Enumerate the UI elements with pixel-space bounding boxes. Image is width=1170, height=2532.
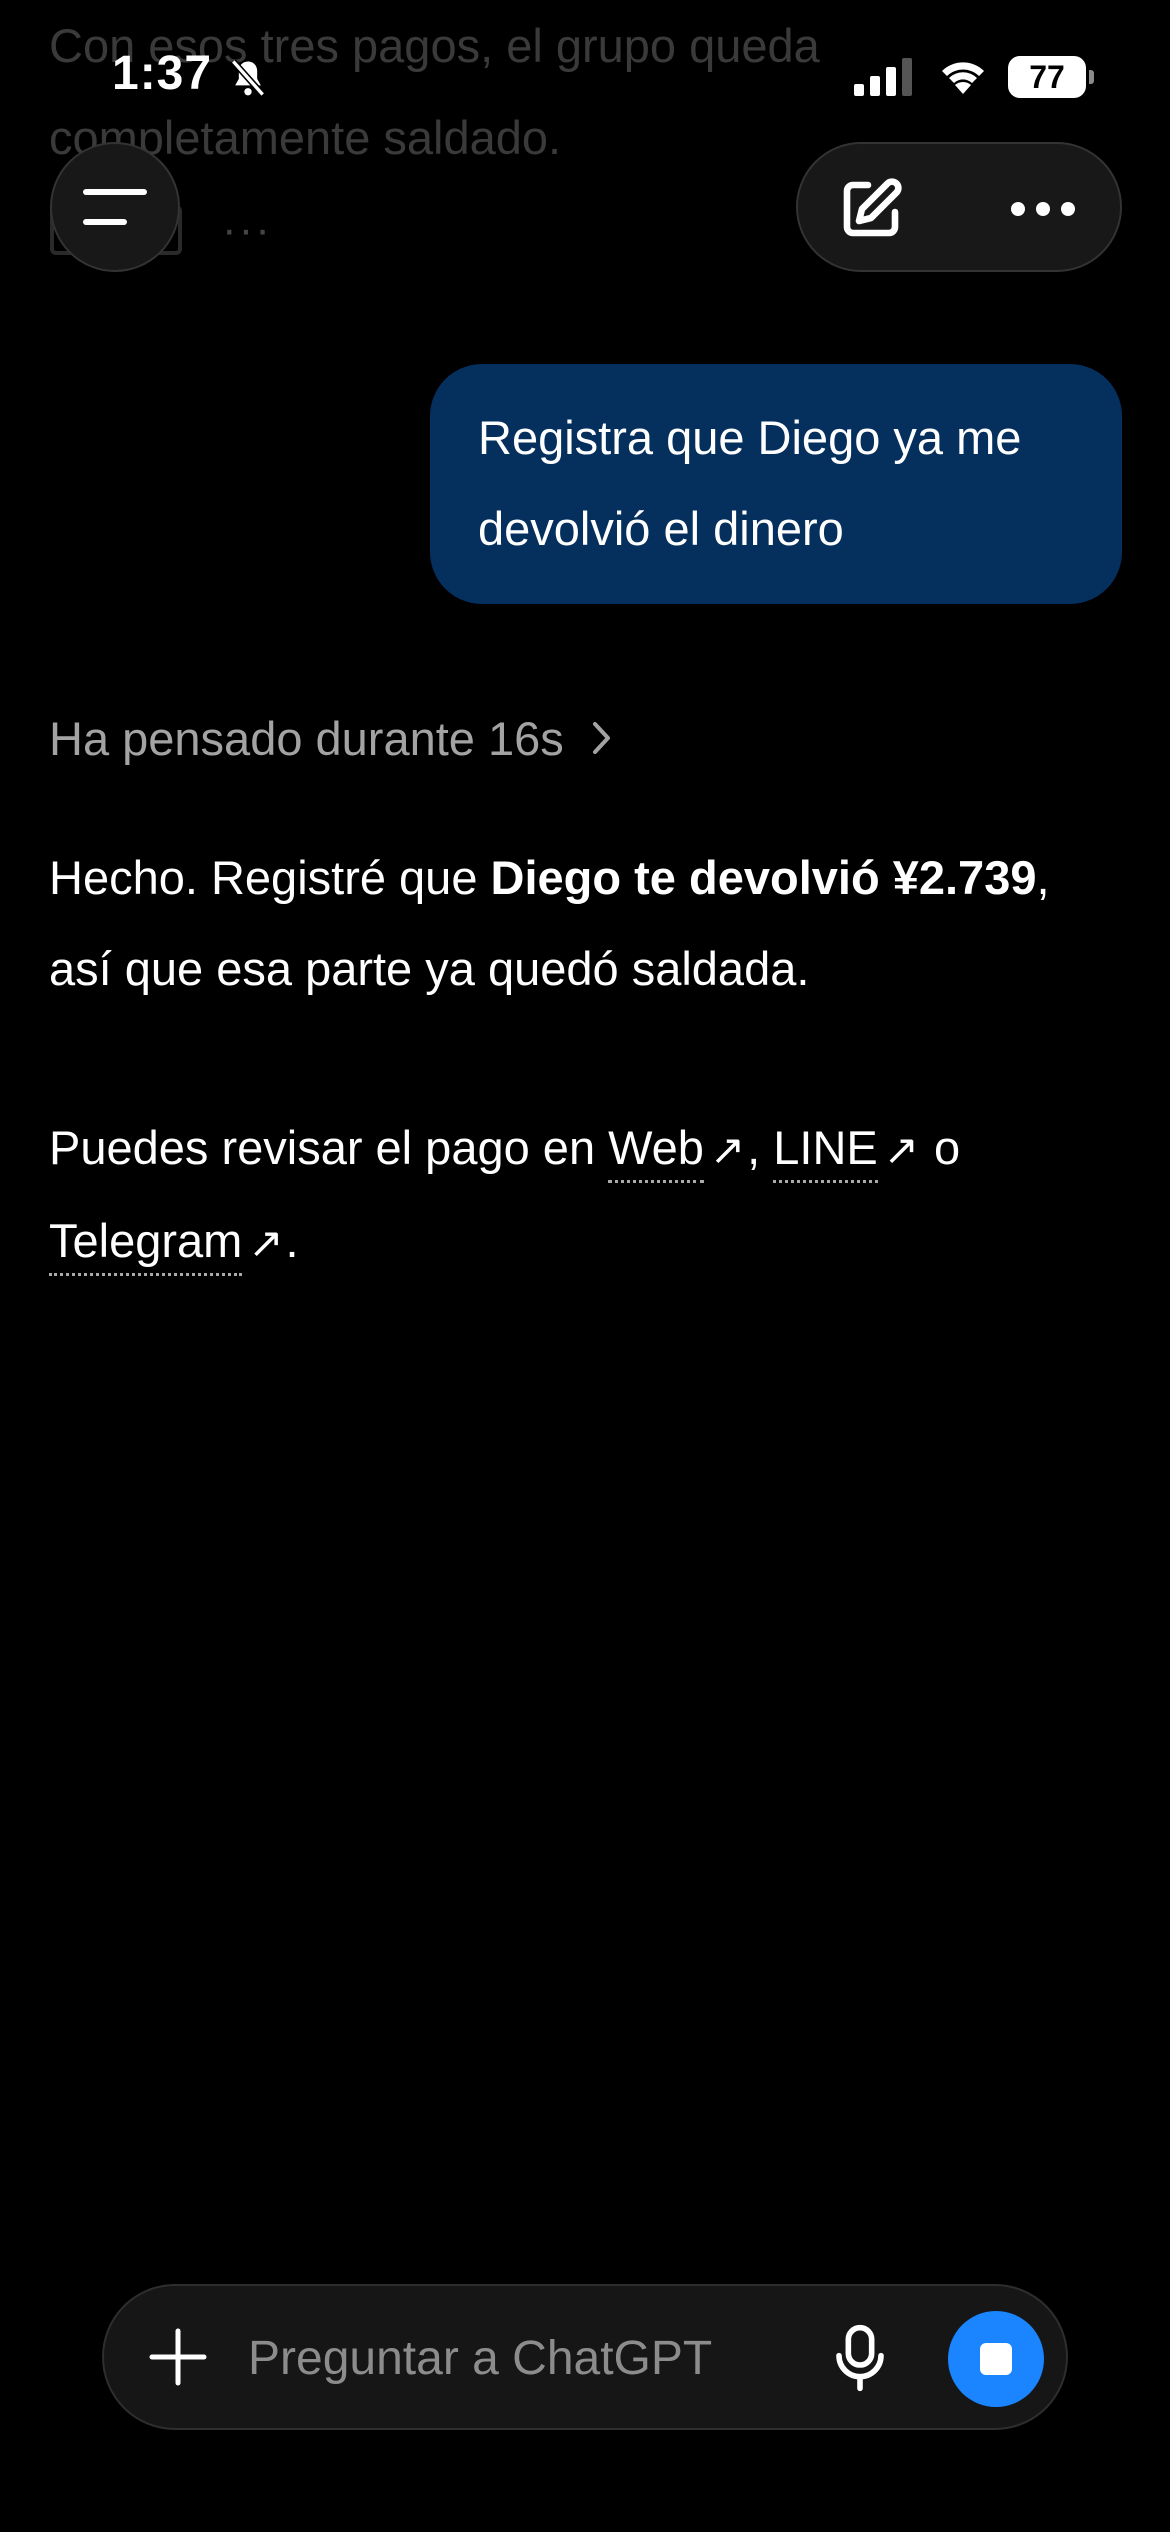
voice-input-button[interactable] [820, 2316, 900, 2400]
battery-level: 77 [1008, 56, 1086, 98]
more-options-button[interactable] [988, 166, 1098, 252]
chevron-right-icon [592, 722, 610, 754]
battery-cap [1089, 70, 1094, 84]
cellular-signal-icon [854, 58, 912, 96]
web-link[interactable]: Web [608, 1121, 704, 1183]
wifi-icon [942, 62, 984, 94]
more-actions-icon[interactable]: ··· [222, 205, 272, 255]
external-link-icon: ↗ [248, 1219, 284, 1266]
hamburger-menu-icon [83, 189, 147, 225]
user-message-text: Registra que Diego ya me devolvió el din… [478, 411, 1022, 555]
message-composer [102, 2284, 1068, 2430]
telegram-link[interactable]: Telegram [49, 1214, 243, 1276]
answer-text: o [920, 1121, 961, 1174]
user-message-bubble: Registra que Diego ya me devolvió el din… [430, 364, 1122, 604]
answer-text: . [285, 1214, 299, 1267]
stop-generating-button[interactable] [948, 2311, 1044, 2407]
silent-bell-icon [230, 59, 266, 97]
external-link-icon: ↗ [883, 1126, 919, 1173]
status-time: 1:37 [112, 47, 213, 100]
thought-label: Ha pensado durante 16s [49, 711, 564, 765]
assistant-paragraph-1: Hecho. Registré que Diego te devolvió ¥2… [49, 832, 1119, 1014]
attach-button[interactable] [140, 2319, 216, 2395]
sidebar-menu-button[interactable] [50, 142, 180, 272]
chat-input[interactable] [248, 2320, 788, 2396]
answer-bold-text: Diego te devolvió ¥2.739 [490, 851, 1037, 904]
compose-icon [843, 178, 902, 237]
stop-icon [980, 2343, 1012, 2375]
external-link-icon: ↗ [709, 1126, 746, 1173]
header-actions [796, 142, 1122, 272]
line-link[interactable]: LINE [773, 1121, 878, 1183]
assistant-paragraph-2: Puedes revisar el pago en Web ↗, LINE ↗ o … [49, 1102, 1119, 1288]
microphone-icon [836, 2324, 884, 2392]
battery-indicator: 77 [1008, 56, 1094, 98]
ellipsis-icon [1011, 202, 1075, 216]
answer-text: , [747, 1121, 774, 1174]
answer-text: Hecho. Registré que [49, 851, 491, 904]
plus-icon [149, 2328, 207, 2386]
answer-text: Puedes revisar el pago en [49, 1121, 609, 1174]
new-chat-button[interactable] [828, 166, 914, 252]
thought-duration-toggle[interactable]: Ha pensado durante 16s [49, 706, 614, 770]
